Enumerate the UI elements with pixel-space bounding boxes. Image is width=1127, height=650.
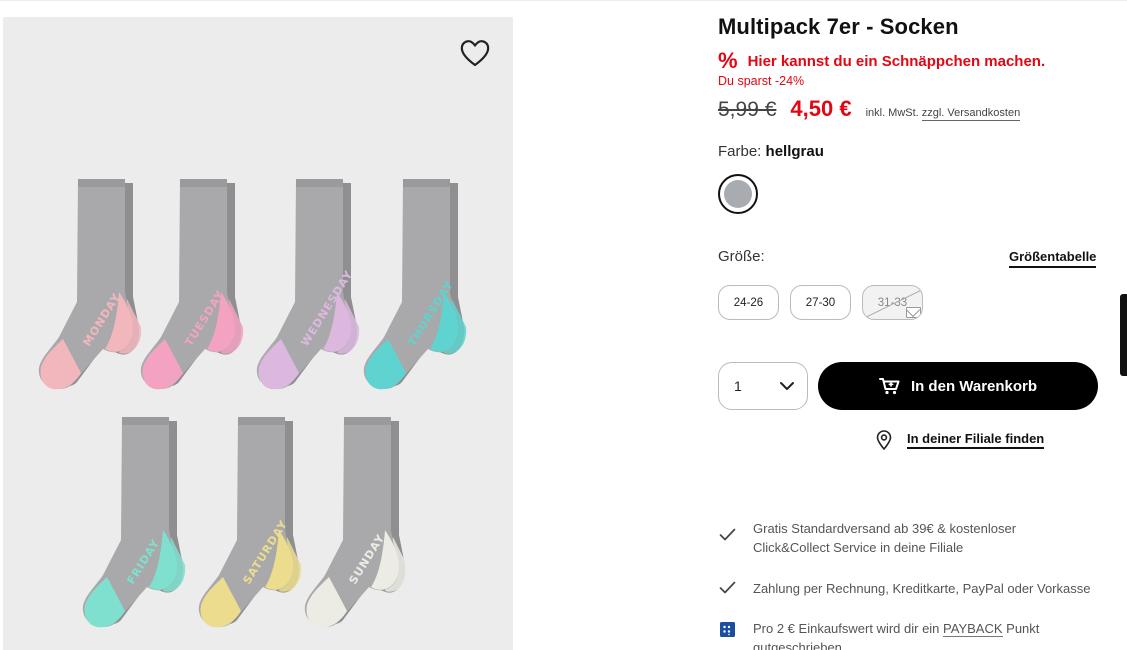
quantity-select[interactable]: 1 (718, 362, 808, 410)
color-label: Farbe: hellgrau (718, 143, 824, 160)
deal-text: Hier kannst du ein Schnäppchen machen. (747, 52, 1046, 70)
sock-sunday: SUNDAY (299, 415, 419, 635)
cart-icon (878, 378, 900, 395)
swatch-fill (724, 180, 752, 208)
size-option-label: 31-33 (877, 296, 908, 309)
benefit-shipping: Gratis Standardversand ab 39€ & kostenlo… (718, 519, 1088, 557)
product-title: Multipack 7er - Socken (718, 14, 959, 39)
location-pin-icon (876, 430, 892, 450)
old-price: 5,99 € (718, 98, 777, 121)
size-table-link[interactable]: Größentabelle (1009, 249, 1097, 268)
quantity-value: 1 (734, 378, 742, 394)
sock-thursday: THURSDAY (358, 177, 478, 397)
add-to-cart-label: In den Warenkorb (910, 377, 1038, 395)
benefit-payment: Zahlung per Rechnung, Kreditkarte, PayPa… (718, 579, 1108, 598)
payback-link[interactable]: PAYBACK (943, 621, 1003, 637)
heart-icon[interactable] (459, 38, 491, 68)
price-row: 5,99 € 4,50 € inkl. MwSt. zzgl. Versandk… (718, 96, 1021, 122)
size-option-27-30[interactable]: 27-30 (790, 285, 851, 320)
size-label: Größe: (718, 248, 765, 265)
savings-text: Du sparst -24% (718, 74, 805, 88)
sock-friday: FRIDAY (77, 415, 197, 635)
deal-banner: % Hier kannst du ein Schnäppchen machen. (718, 50, 1045, 72)
payback-icon (718, 619, 736, 650)
tax-note: inkl. MwSt. (865, 107, 919, 119)
color-label-text: Farbe: (718, 143, 762, 160)
size-option-31-33-unavailable[interactable]: 31-33 (862, 285, 923, 320)
benefit-text: Pro 2 € Einkaufswert wird dir ein PAYBAC… (753, 619, 1088, 650)
check-icon (718, 579, 736, 598)
chevron-down-icon (780, 382, 794, 390)
benefit-text-before: Pro 2 € Einkaufswert wird dir ein (753, 621, 940, 636)
benefit-text: Gratis Standardversand ab 39€ & kostenlo… (753, 521, 1017, 555)
color-value: hellgrau (765, 143, 824, 160)
benefit-text: Zahlung per Rechnung, Kreditkarte, PayPa… (753, 581, 1091, 596)
shipping-costs-link[interactable]: zzgl. Versandkosten (921, 107, 1021, 121)
notify-mail-icon (906, 307, 921, 318)
size-option-24-26[interactable]: 24-26 (718, 285, 779, 320)
sock-wednesday: WEDNESDAY (251, 177, 371, 397)
add-to-cart-button[interactable]: In den Warenkorb (818, 362, 1098, 410)
percent-icon: % (718, 48, 738, 73)
find-in-store-link[interactable]: In deiner Filiale finden (876, 430, 1045, 450)
color-swatch-hellgrau[interactable] (718, 174, 758, 214)
find-in-store-label: In deiner Filiale finden (907, 431, 1045, 449)
side-scroll-tab[interactable] (1120, 294, 1127, 376)
top-divider (0, 0, 1127, 3)
sock-tuesday: TUESDAY (135, 177, 255, 397)
sale-price: 4,50 € (790, 96, 852, 121)
check-icon (718, 519, 736, 557)
product-image[interactable]: MONDAY TUESDAY WEDNESDAY THURSDAY FRIDAY SATU… (3, 17, 513, 650)
benefit-payback: Pro 2 € Einkaufswert wird dir ein PAYBAC… (718, 619, 1088, 650)
sock-saturday: SATURDAY (193, 415, 313, 635)
size-options: 24-26 27-30 31-33 (718, 285, 923, 320)
